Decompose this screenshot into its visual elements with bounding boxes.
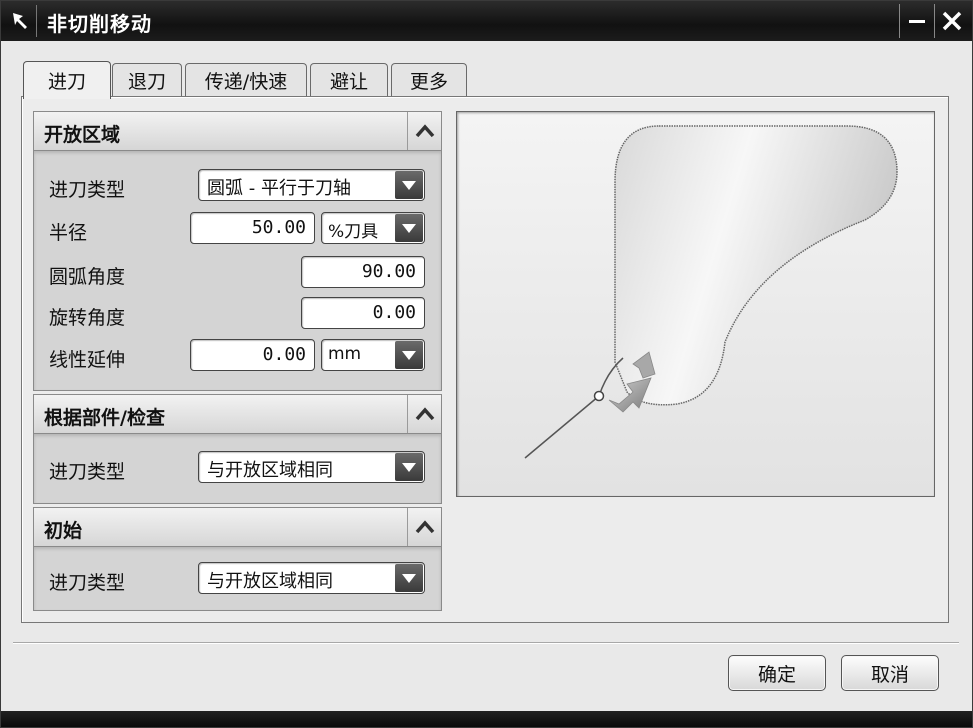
section-title-part-check: 根据部件/检查 <box>44 407 165 429</box>
engage-line <box>524 395 600 459</box>
part-check-engage-type-select[interactable]: 与开放区域相同 <box>198 451 425 483</box>
radius-unit-select[interactable]: %刀具 <box>321 212 425 244</box>
tab-transfer-rapid[interactable]: 传递/快速 <box>185 63 307 97</box>
rotation-angle-label: 旋转角度 <box>49 307 126 329</box>
dialog-window: 非切削移动 进刀 退刀 传递/快速 避让 更多 开放区域 进刀类型 圆弧 - 平… <box>0 0 973 728</box>
close-button[interactable] <box>934 4 968 38</box>
cancel-button-label: 取消 <box>870 663 909 686</box>
chevron-up-icon <box>415 407 434 421</box>
part-check-engage-type-value: 与开放区域相同 <box>207 460 333 481</box>
ok-button-label: 确定 <box>757 663 796 686</box>
arc-angle-label: 圆弧角度 <box>49 266 126 288</box>
section-body-part-check: 进刀类型 与开放区域相同 <box>33 434 442 504</box>
tab-more[interactable]: 更多 <box>391 63 467 97</box>
linear-extension-input[interactable]: 0.00 <box>190 339 315 371</box>
engage-type-select[interactable]: 圆弧 - 平行于刀轴 <box>198 169 425 201</box>
part-check-engage-type-label: 进刀类型 <box>49 461 126 483</box>
engage-type-value: 圆弧 - 平行于刀轴 <box>207 178 351 199</box>
section-title-initial: 初始 <box>44 520 83 542</box>
collapse-button-part-check[interactable] <box>407 395 441 433</box>
tab-avoidance[interactable]: 避让 <box>310 63 388 97</box>
engage-preview-image <box>456 111 935 497</box>
tab-engage-label: 进刀 <box>47 71 86 93</box>
section-body-initial: 进刀类型 与开放区域相同 <box>33 547 442 611</box>
engage-type-label: 进刀类型 <box>49 179 126 201</box>
radius-input[interactable]: 50.00 <box>190 212 315 244</box>
radius-value: 50.00 <box>251 217 306 238</box>
engage-path-diagram <box>524 125 898 459</box>
part-shape <box>614 125 898 406</box>
title-bar[interactable]: 非切削移动 <box>1 1 972 41</box>
initial-engage-type-value: 与开放区域相同 <box>207 571 333 592</box>
window-bottom-border <box>1 711 972 727</box>
minimize-button[interactable] <box>899 4 933 38</box>
tab-transfer-rapid-label: 传递/快速 <box>204 71 288 93</box>
section-body-open-area: 进刀类型 圆弧 - 平行于刀轴 半径 50.00 %刀具 圆弧角度 90.00 … <box>33 151 442 391</box>
ok-button[interactable]: 确定 <box>728 655 826 691</box>
triangle-down-icon <box>395 341 423 369</box>
triangle-down-icon <box>395 453 423 481</box>
close-icon <box>942 11 961 31</box>
cancel-button[interactable]: 取消 <box>841 655 939 691</box>
minimize-icon <box>908 20 925 23</box>
chevron-up-icon <box>415 520 434 534</box>
section-header-part-check[interactable]: 根据部件/检查 <box>33 394 442 434</box>
radius-unit-value: %刀具 <box>328 222 379 242</box>
triangle-down-icon <box>395 171 423 199</box>
tab-retract[interactable]: 退刀 <box>112 63 182 97</box>
rotation-angle-value: 0.00 <box>372 302 416 323</box>
tab-avoidance-label: 避让 <box>329 71 368 93</box>
initial-engage-type-select[interactable]: 与开放区域相同 <box>198 562 425 594</box>
collapse-button-initial[interactable] <box>407 508 441 546</box>
arc-angle-input[interactable]: 90.00 <box>301 256 425 288</box>
tab-engage[interactable]: 进刀 <box>23 61 111 99</box>
button-divider <box>13 642 959 644</box>
linear-extension-unit-value: mm <box>328 344 362 364</box>
tab-more-label: 更多 <box>409 71 448 93</box>
arc-angle-value: 90.00 <box>361 261 416 282</box>
section-title-open-area: 开放区域 <box>44 124 121 146</box>
rotation-angle-input[interactable]: 0.00 <box>301 297 425 329</box>
triangle-down-icon <box>395 564 423 592</box>
radius-label: 半径 <box>49 222 88 244</box>
collapse-button-open-area[interactable] <box>407 112 441 150</box>
linear-extension-label: 线性延伸 <box>49 349 126 371</box>
engage-start-point <box>593 390 605 402</box>
linear-extension-unit-select[interactable]: mm <box>321 339 425 371</box>
section-header-open-area[interactable]: 开放区域 <box>33 111 442 151</box>
window-title: 非切削移动 <box>47 12 152 36</box>
cursor-arrow-icon <box>5 5 37 37</box>
initial-engage-type-label: 进刀类型 <box>49 572 126 594</box>
triangle-down-icon <box>395 214 423 242</box>
section-header-initial[interactable]: 初始 <box>33 507 442 547</box>
chevron-up-icon <box>415 124 434 138</box>
tab-retract-label: 退刀 <box>127 71 166 93</box>
linear-extension-value: 0.00 <box>262 344 306 365</box>
